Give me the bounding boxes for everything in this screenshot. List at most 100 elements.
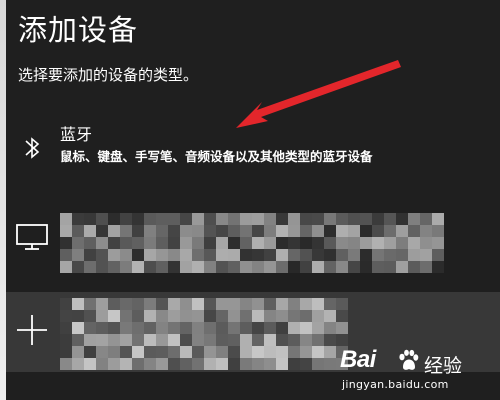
- mosaic-block: [228, 346, 240, 358]
- mosaic-block: [432, 237, 444, 249]
- mosaic-block: [240, 346, 252, 358]
- mosaic-block: [384, 249, 396, 261]
- mosaic-block: [252, 346, 264, 358]
- mosaic-block: [192, 213, 204, 225]
- mosaic-block: [204, 225, 216, 237]
- option-display[interactable]: [6, 205, 500, 280]
- mosaic-block: [156, 334, 168, 346]
- mosaic-block: [204, 298, 216, 310]
- mosaic-block: [204, 358, 216, 370]
- mosaic-block: [108, 310, 120, 322]
- mosaic-block: [168, 237, 180, 249]
- mosaic-block: [312, 225, 324, 237]
- mosaic-block: [336, 310, 348, 322]
- mosaic-block: [132, 322, 144, 334]
- mosaic-block: [84, 213, 96, 225]
- mosaic-block: [216, 298, 228, 310]
- mosaic-block: [300, 298, 312, 310]
- mosaic-block: [228, 298, 240, 310]
- mosaic-block: [240, 249, 252, 261]
- mosaic-block: [288, 346, 300, 358]
- mosaic-block: [240, 322, 252, 334]
- mosaic-block: [384, 237, 396, 249]
- mosaic-block: [216, 346, 228, 358]
- mosaic-block: [132, 358, 144, 370]
- mosaic-block: [228, 334, 240, 346]
- mosaic-block: [192, 334, 204, 346]
- mosaic-block: [312, 237, 324, 249]
- mosaic-block: [216, 249, 228, 261]
- mosaic-block: [324, 334, 336, 346]
- mosaic-block: [156, 249, 168, 261]
- mosaic-block: [228, 322, 240, 334]
- mosaic-block: [300, 334, 312, 346]
- mosaic-block: [84, 310, 96, 322]
- mosaic-block: [192, 346, 204, 358]
- mosaic-block: [324, 249, 336, 261]
- mosaic-block: [396, 261, 408, 273]
- watermark-url: jingyan.baidu.com: [342, 378, 449, 391]
- mosaic-block: [324, 261, 336, 273]
- option-bluetooth[interactable]: 蓝牙 鼠标、键盘、手写笔、音频设备以及其他类型的蓝牙设备: [6, 118, 500, 180]
- mosaic-block: [108, 237, 120, 249]
- mosaic-block: [216, 334, 228, 346]
- mosaic-block: [216, 322, 228, 334]
- mosaic-block: [300, 261, 312, 273]
- mosaic-block: [276, 322, 288, 334]
- mosaic-block: [324, 322, 336, 334]
- mosaic-block: [132, 213, 144, 225]
- paw-icon: [399, 349, 419, 370]
- mosaic-block: [192, 310, 204, 322]
- mosaic-block: [60, 334, 72, 346]
- mosaic-block: [96, 225, 108, 237]
- mosaic-block: [228, 237, 240, 249]
- mosaic-block: [300, 213, 312, 225]
- mosaic-block: [264, 261, 276, 273]
- mosaic-block: [72, 346, 84, 358]
- mosaic-block: [96, 358, 108, 370]
- mosaic-block: [204, 310, 216, 322]
- mosaic-block: [156, 310, 168, 322]
- mosaic-block: [420, 249, 432, 261]
- mosaic-block: [240, 261, 252, 273]
- mosaic-block: [336, 334, 348, 346]
- dialog-subtitle: 选择要添加的设备的类型。: [18, 66, 199, 84]
- mosaic-block: [168, 261, 180, 273]
- mosaic-block: [372, 225, 384, 237]
- mosaic-block: [216, 310, 228, 322]
- mosaic-block: [108, 358, 120, 370]
- mosaic-block: [252, 261, 264, 273]
- mosaic-block: [264, 310, 276, 322]
- mosaic-block: [96, 237, 108, 249]
- mosaic-block: [168, 358, 180, 370]
- mosaic-block: [336, 225, 348, 237]
- mosaic-block: [288, 237, 300, 249]
- mosaic-block: [324, 213, 336, 225]
- mosaic-block: [300, 310, 312, 322]
- mosaic-block: [132, 225, 144, 237]
- mosaic-block: [348, 237, 360, 249]
- mosaic-block: [276, 334, 288, 346]
- mosaic-block: [204, 322, 216, 334]
- mosaic-block: [192, 249, 204, 261]
- mosaic-block: [348, 261, 360, 273]
- mosaic-block: [60, 310, 72, 322]
- mosaic-block: [180, 261, 192, 273]
- mosaic-block: [300, 225, 312, 237]
- mosaic-block: [84, 298, 96, 310]
- mosaic-block: [96, 213, 108, 225]
- mosaic-block: [408, 261, 420, 273]
- mosaic-block: [120, 298, 132, 310]
- mosaic-block: [84, 249, 96, 261]
- mosaic-block: [288, 213, 300, 225]
- mosaic-block: [156, 358, 168, 370]
- mosaic-block: [168, 213, 180, 225]
- mosaic-block: [324, 225, 336, 237]
- mosaic-block: [168, 334, 180, 346]
- mosaic-block: [312, 213, 324, 225]
- mosaic-block: [216, 261, 228, 273]
- mosaic-block: [408, 225, 420, 237]
- mosaic-block: [60, 237, 72, 249]
- mosaic-block: [240, 237, 252, 249]
- mosaic-block: [264, 322, 276, 334]
